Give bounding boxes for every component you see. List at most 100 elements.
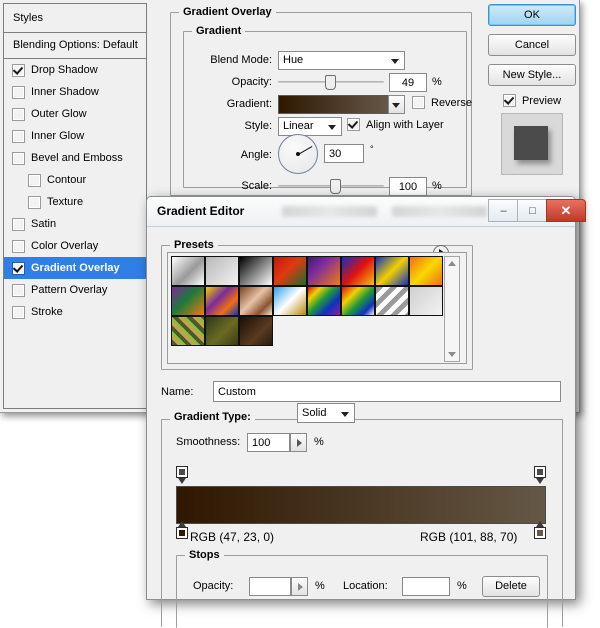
checkbox-icon[interactable] (12, 261, 25, 275)
minimize-icon: – (500, 204, 507, 217)
sidebar-item-satin[interactable]: Satin (4, 213, 146, 235)
stops-location-input[interactable] (402, 577, 450, 596)
preset-swatch[interactable] (239, 256, 273, 286)
opacity-stop-left[interactable] (176, 466, 188, 484)
scale-unit: % (432, 180, 442, 192)
scroll-up-icon[interactable] (448, 261, 456, 266)
gradient-picker-button[interactable] (388, 95, 405, 114)
smoothness-unit: % (314, 436, 324, 448)
preset-swatch[interactable] (239, 316, 273, 346)
blend-mode-select[interactable]: Hue (278, 51, 405, 70)
opacity-slider[interactable] (278, 73, 384, 91)
smoothness-label: Smoothness: (176, 436, 241, 448)
scale-input[interactable]: 100 (389, 177, 427, 196)
angle-unit: ° (370, 144, 374, 154)
presets-label: Presets (170, 239, 218, 251)
sidebar-item-label: Inner Glow (31, 130, 85, 142)
opacity-stop-swatch (176, 466, 188, 478)
reverse-checkbox[interactable]: Reverse (412, 96, 472, 109)
checkbox-icon[interactable] (28, 173, 41, 187)
color-stop-right[interactable] (534, 521, 546, 539)
angle-dial[interactable] (278, 134, 318, 174)
preset-swatch[interactable] (409, 256, 443, 286)
sidebar-item-outer-glow[interactable]: Outer Glow (4, 103, 146, 125)
opacity-knob[interactable] (325, 75, 336, 90)
scale-knob[interactable] (330, 179, 341, 194)
sidebar-item-inner-shadow[interactable]: Inner Shadow (4, 81, 146, 103)
preset-swatch[interactable] (205, 256, 239, 286)
cancel-button[interactable]: Cancel (488, 34, 576, 56)
sidebar-item-label: Outer Glow (31, 108, 87, 120)
align-with-layer-checkbox[interactable]: Align with Layer (347, 118, 444, 131)
preset-swatch[interactable] (205, 286, 239, 316)
stops-delete-button[interactable]: Delete (482, 576, 540, 597)
preset-swatch[interactable] (375, 286, 409, 316)
maximize-button[interactable]: □ (517, 199, 548, 222)
preview-checkbox[interactable]: Preview (488, 94, 576, 107)
gradient-editor-title: Gradient Editor (157, 204, 245, 218)
presets-list[interactable] (167, 252, 467, 364)
ok-button[interactable]: OK (488, 4, 576, 26)
new-style-button[interactable]: New Style... (488, 64, 576, 86)
checkbox-icon[interactable] (28, 195, 41, 209)
stops-opacity-stepper[interactable] (291, 577, 308, 596)
checkbox-icon[interactable] (12, 151, 25, 165)
checkbox-icon[interactable] (12, 129, 25, 143)
presets-scrollbar[interactable] (444, 256, 460, 362)
preset-swatch[interactable] (171, 316, 205, 346)
color-stop-left[interactable] (176, 521, 188, 539)
checkbox-icon[interactable] (12, 85, 25, 99)
opacity-stop-right[interactable] (534, 466, 546, 484)
gradient-group: Gradient Blend Mode: Hue Opacity: 49 % G… (183, 25, 472, 196)
preset-swatch[interactable] (171, 286, 205, 316)
sidebar-item-gradient-overlay[interactable]: Gradient Overlay (4, 257, 146, 279)
smoothness-stepper[interactable] (290, 433, 307, 452)
sidebar-item-label: Satin (31, 218, 57, 230)
smoothness-input[interactable]: 100 (247, 433, 290, 452)
sidebar-item-label: Stroke (31, 306, 63, 318)
sidebar-item-pattern-overlay[interactable]: Pattern Overlay (4, 279, 146, 301)
checkbox-icon[interactable] (12, 217, 25, 231)
style-select[interactable]: Linear (278, 117, 342, 136)
preset-swatch[interactable] (341, 286, 375, 316)
checkbox-icon[interactable] (12, 107, 25, 121)
preset-swatch[interactable] (307, 286, 341, 316)
checkbox-icon[interactable] (12, 305, 25, 319)
gradient-swatch[interactable] (278, 95, 388, 114)
preset-swatch[interactable] (375, 256, 409, 286)
sidebar-item-color-overlay[interactable]: Color Overlay (4, 235, 146, 257)
close-button[interactable]: ✕ (546, 199, 586, 222)
gradient-editor-titlebar[interactable]: Gradient Editor – □ ✕ (147, 197, 586, 227)
preset-swatch[interactable] (239, 286, 273, 316)
sidebar-item-contour[interactable]: Contour (4, 169, 146, 191)
minimize-button[interactable]: – (488, 199, 519, 222)
stops-opacity-unit: % (315, 580, 325, 592)
chevron-right-icon (297, 439, 302, 447)
name-input[interactable]: Custom (213, 381, 561, 402)
checkbox-icon[interactable] (12, 283, 25, 297)
sidebar-item-inner-glow[interactable]: Inner Glow (4, 125, 146, 147)
checkbox-icon[interactable] (12, 239, 25, 253)
checkbox-icon[interactable] (12, 63, 25, 77)
preset-swatch[interactable] (307, 256, 341, 286)
preset-swatch[interactable] (273, 256, 307, 286)
preset-swatch[interactable] (341, 256, 375, 286)
preset-swatch[interactable] (273, 286, 307, 316)
gradient-type-select[interactable]: Solid (297, 403, 355, 423)
sidebar-item-stroke[interactable]: Stroke (4, 301, 146, 323)
preset-swatch[interactable] (409, 286, 443, 316)
stop-pointer-icon (178, 521, 186, 527)
angle-input[interactable]: 30 (324, 144, 364, 163)
scale-slider[interactable] (278, 177, 384, 195)
blurred-title-text-1 (282, 206, 377, 217)
scroll-down-icon[interactable] (448, 352, 456, 357)
preset-swatch[interactable] (205, 316, 239, 346)
blending-options-item[interactable]: Blending Options: Default (4, 33, 146, 59)
sidebar-item-drop-shadow[interactable]: Drop Shadow (4, 59, 146, 81)
stops-opacity-input[interactable] (249, 577, 291, 596)
preset-swatch[interactable] (171, 256, 205, 286)
opacity-input[interactable]: 49 (389, 73, 427, 92)
sidebar-item-texture[interactable]: Texture (4, 191, 146, 213)
gradient-strip[interactable] (176, 486, 546, 524)
sidebar-item-bevel-and-emboss[interactable]: Bevel and Emboss (4, 147, 146, 169)
